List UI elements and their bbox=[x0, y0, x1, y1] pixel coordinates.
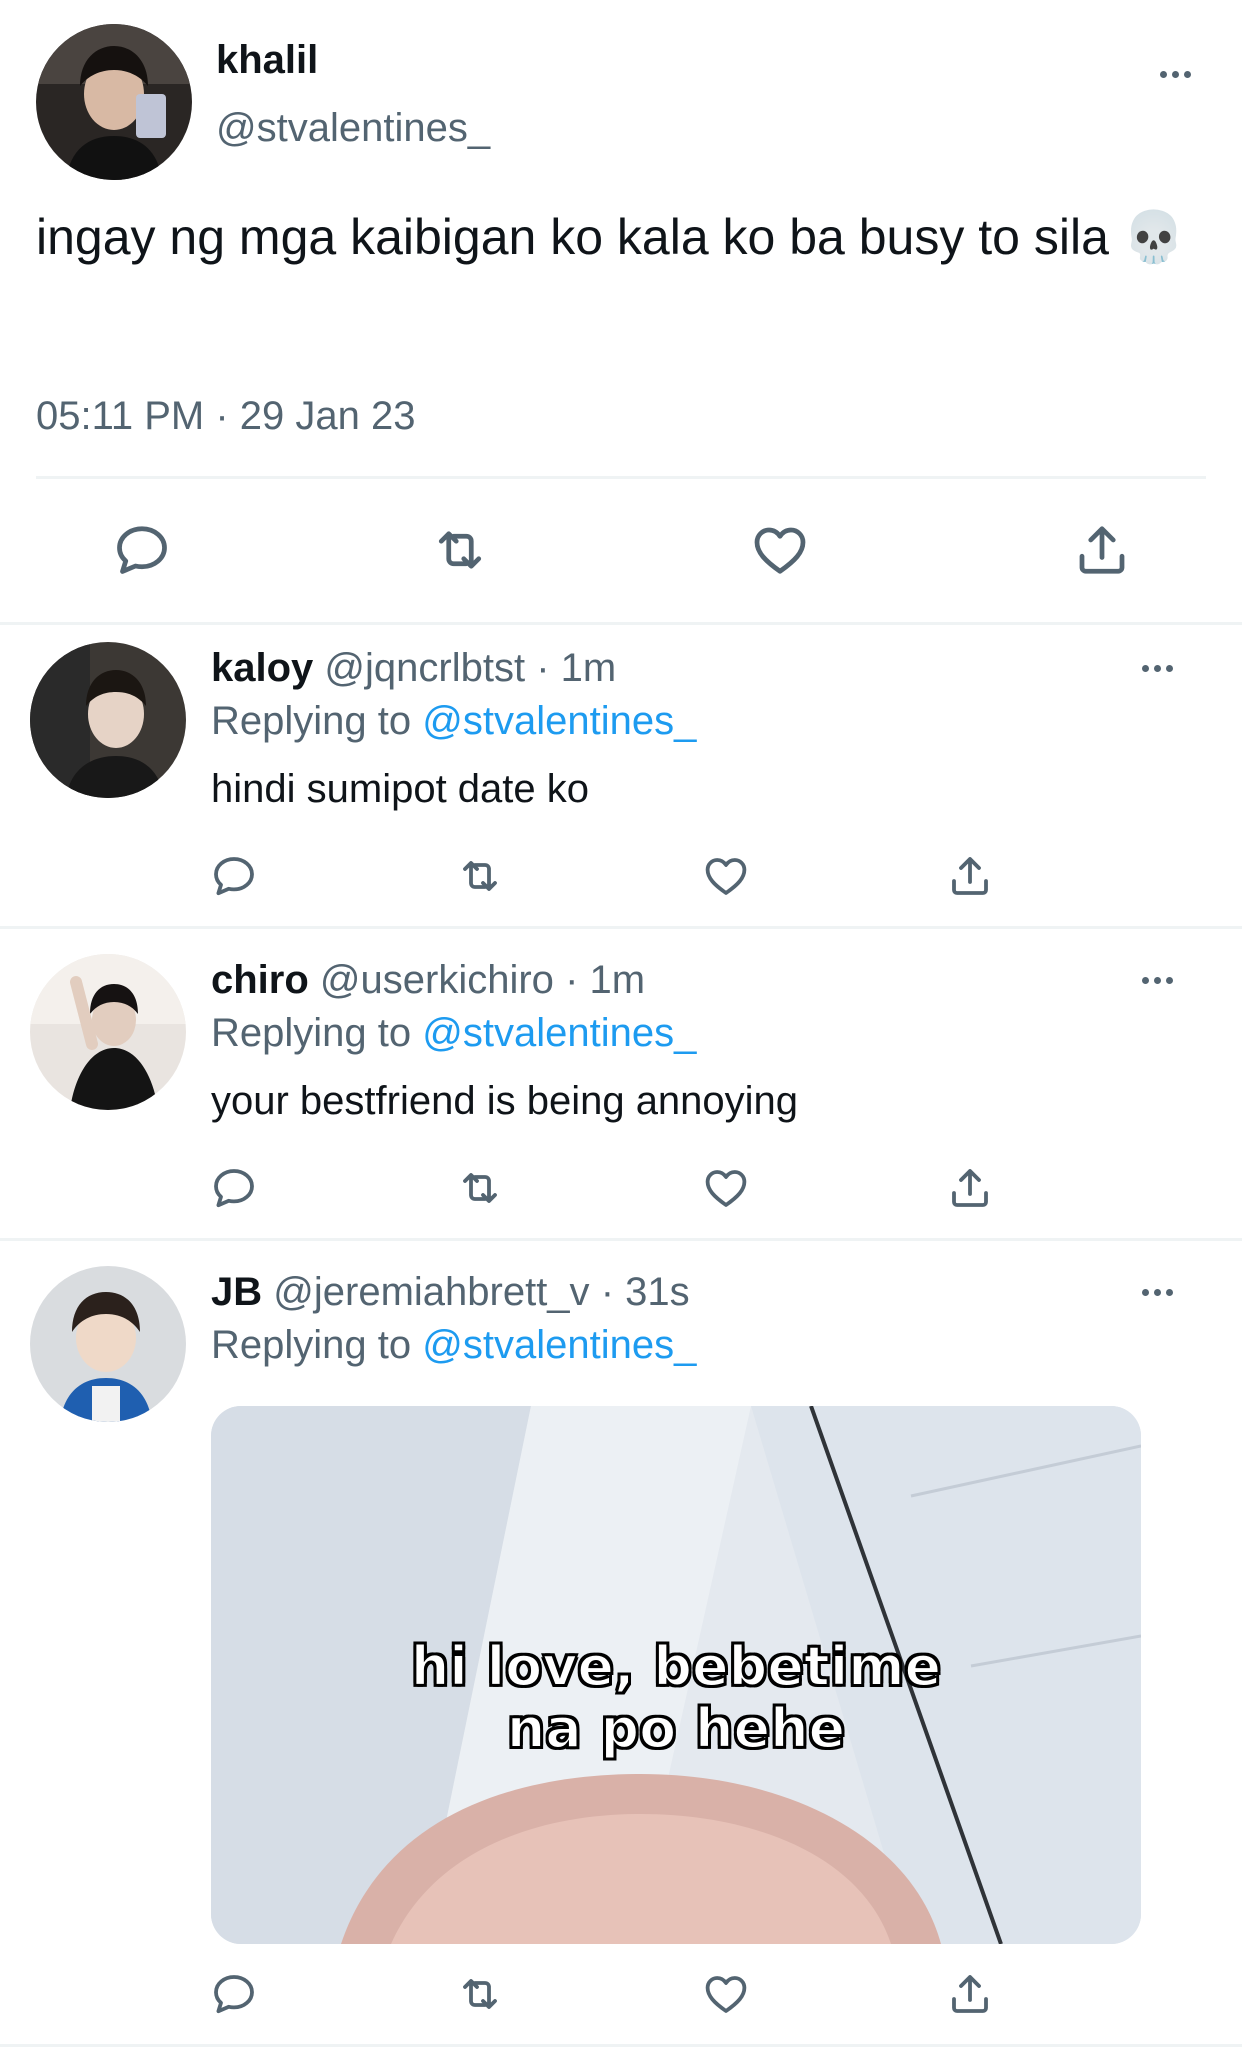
reply-handle[interactable]: @userkichiro bbox=[320, 958, 554, 1002]
share-icon[interactable] bbox=[1072, 520, 1132, 580]
tweet-divider bbox=[36, 476, 1206, 479]
reply-header: chiro @userkichiro · 1m bbox=[211, 956, 645, 1004]
section-divider bbox=[0, 926, 1242, 929]
section-divider bbox=[0, 1238, 1242, 1241]
reply-icon[interactable] bbox=[112, 520, 172, 580]
like-icon[interactable] bbox=[702, 1970, 750, 2018]
reply-handle[interactable]: @jeremiahbrett_v bbox=[273, 1270, 589, 1314]
retweet-icon[interactable] bbox=[456, 1164, 504, 1212]
avatar-khalil[interactable] bbox=[36, 24, 192, 180]
reply-icon[interactable] bbox=[210, 1164, 258, 1212]
retweet-icon[interactable] bbox=[456, 1970, 504, 2018]
like-icon[interactable] bbox=[702, 1164, 750, 1212]
reply-header: kaloy @jqncrlbtst · 1m bbox=[211, 644, 616, 692]
replying-to-link[interactable]: @stvalentines_ bbox=[422, 699, 696, 743]
replying-prefix: Replying to bbox=[211, 1323, 412, 1367]
tweet-timestamp[interactable]: 05:11 PM · 29 Jan 23 bbox=[36, 392, 416, 440]
more-icon[interactable] bbox=[1142, 665, 1173, 672]
avatar-chiro[interactable] bbox=[30, 954, 186, 1110]
reply-display-name[interactable]: chiro bbox=[211, 958, 309, 1002]
media-caption-line: na po hehe bbox=[506, 1697, 846, 1761]
more-icon[interactable] bbox=[1142, 977, 1173, 984]
share-icon[interactable] bbox=[946, 1970, 994, 2018]
tweet-text: ingay ng mga kaibigan ko kala ko ba busy… bbox=[36, 209, 1186, 265]
like-icon[interactable] bbox=[750, 520, 810, 580]
replying-to-link[interactable]: @stvalentines_ bbox=[422, 1323, 696, 1367]
replying-to-line: Replying to @stvalentines_ bbox=[211, 1321, 696, 1369]
reply-time[interactable]: · 1m bbox=[565, 958, 645, 1002]
retweet-icon[interactable] bbox=[430, 520, 490, 580]
author-handle[interactable]: @stvalentines_ bbox=[216, 104, 490, 152]
section-divider bbox=[0, 2044, 1242, 2047]
reply-display-name[interactable]: kaloy bbox=[211, 646, 313, 690]
replying-to-line: Replying to @stvalentines_ bbox=[211, 1009, 696, 1057]
share-icon[interactable] bbox=[946, 852, 994, 900]
replying-to-line: Replying to @stvalentines_ bbox=[211, 697, 696, 745]
retweet-icon[interactable] bbox=[456, 852, 504, 900]
media-caption-line: hi love, bebetime bbox=[410, 1635, 942, 1699]
reply-icon[interactable] bbox=[210, 852, 258, 900]
replying-prefix: Replying to bbox=[211, 699, 412, 743]
reply-display-name[interactable]: JB bbox=[211, 1270, 262, 1314]
avatar-jb[interactable] bbox=[30, 1266, 186, 1422]
reply-header: JB @jeremiahbrett_v · 31s bbox=[211, 1268, 690, 1316]
reply-time[interactable]: · 31s bbox=[601, 1270, 690, 1314]
more-icon[interactable] bbox=[1160, 71, 1191, 78]
replying-to-link[interactable]: @stvalentines_ bbox=[422, 1011, 696, 1055]
section-divider bbox=[0, 622, 1242, 625]
reply-media-image[interactable]: hi love, bebetime na po hehe bbox=[211, 1406, 1141, 1944]
reply-text: your bestfriend is being annoying bbox=[211, 1079, 799, 1123]
reply-text: hindi sumipot date ko bbox=[211, 767, 590, 811]
reply-icon[interactable] bbox=[210, 1970, 258, 2018]
avatar-kaloy[interactable] bbox=[30, 642, 186, 798]
like-icon[interactable] bbox=[702, 852, 750, 900]
reply-handle[interactable]: @jqncrlbtst bbox=[324, 646, 525, 690]
more-icon[interactable] bbox=[1142, 1289, 1173, 1296]
reply-time[interactable]: · 1m bbox=[536, 646, 616, 690]
replying-prefix: Replying to bbox=[211, 1011, 412, 1055]
media-caption: hi love, bebetime na po hehe bbox=[211, 1635, 1141, 1761]
share-icon[interactable] bbox=[946, 1164, 994, 1212]
author-display-name[interactable]: khalil bbox=[216, 36, 318, 84]
